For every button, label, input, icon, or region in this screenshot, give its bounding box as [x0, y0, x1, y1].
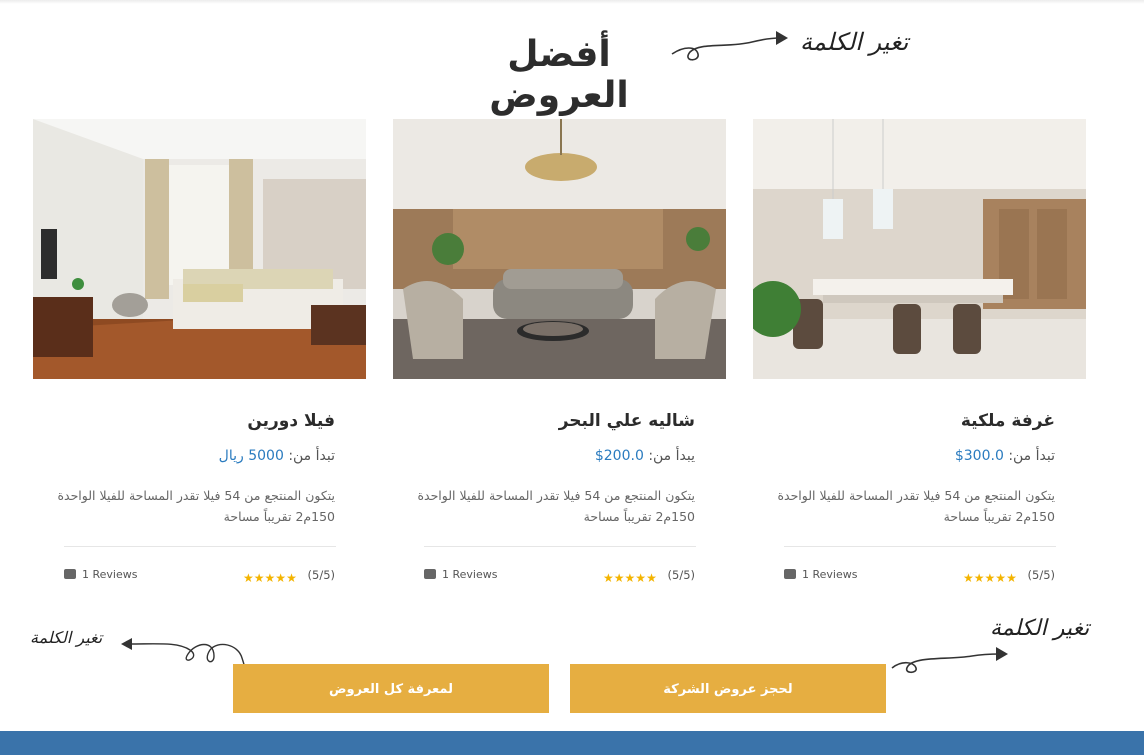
rating-score: (5/5): [307, 568, 335, 582]
star-icon: ★: [275, 571, 287, 585]
star-icon: ★: [603, 571, 614, 585]
star-icon: ★: [613, 571, 625, 585]
offer-title[interactable]: فيلا دورين: [247, 411, 335, 431]
top-shadow: [0, 0, 1144, 4]
star-icon: ★: [995, 571, 1007, 585]
star-icon: ★: [264, 571, 276, 585]
offer-description: يتكون المنتجع من 54 فيلا تقدر المساحة لل…: [417, 488, 695, 524]
offer-card[interactable]: غرفة ملكية تبدأ من: 300.0$ يتكون المنتجع…: [753, 119, 1086, 599]
handwritten-note-right: تغير الكلمة: [990, 616, 1090, 641]
star-icon: ★: [624, 571, 636, 585]
rating-stars: ★★★★★: [963, 567, 1023, 586]
chat-icon: [424, 564, 436, 579]
offer-card[interactable]: فيلا دورين تبدأ من: 5000 ريال يتكون المن…: [33, 119, 366, 599]
offer-image-bedroom[interactable]: [33, 119, 366, 379]
chat-icon: [784, 564, 796, 579]
star-icon: ★: [973, 571, 985, 585]
footer-bar: [0, 731, 1144, 755]
section-title: أفضل العروض: [489, 34, 629, 116]
offer-price: تبدأ من: 300.0$: [955, 448, 1055, 464]
reviews-link[interactable]: 1 Reviews: [784, 564, 858, 581]
arrow-icon: [891, 647, 1008, 674]
offer-description: يتكون المنتجع من 54 فيلا تقدر المساحة لل…: [57, 488, 335, 524]
offer-card[interactable]: شاليه علي البحر يبدأ من: 200.0$ يتكون ال…: [393, 119, 726, 599]
reviews-count: 1 Reviews: [442, 568, 498, 581]
handwritten-note-top: تغير الكلمة: [800, 28, 909, 56]
rating-stars: ★★★★★: [243, 567, 303, 586]
price-label: تبدأ من:: [1008, 448, 1055, 464]
price-label: يبدأ من:: [648, 448, 695, 464]
reviews-count: 1 Reviews: [82, 568, 138, 581]
price-value: 200.0$: [594, 448, 644, 464]
offer-price: يبدأ من: 200.0$: [595, 448, 695, 464]
star-icon: ★: [984, 571, 996, 585]
star-icon: ★: [646, 571, 657, 585]
star-icon: ★: [253, 571, 265, 585]
star-icon: ★: [1006, 571, 1017, 585]
offer-image-living-room[interactable]: [393, 119, 726, 379]
all-offers-button[interactable]: لمعرفة كل العروض: [233, 664, 549, 713]
star-icon: ★: [635, 571, 647, 585]
star-icon: ★: [286, 571, 297, 585]
card-divider: [64, 546, 336, 547]
card-divider: [784, 546, 1056, 547]
offer-title[interactable]: غرفة ملكية: [961, 411, 1055, 431]
rating-score: (5/5): [667, 568, 695, 582]
book-offers-button[interactable]: لحجز عروض الشركة: [570, 664, 886, 713]
price-label: تبدأ من:: [288, 448, 335, 464]
rating-score: (5/5): [1027, 568, 1055, 582]
offer-description: يتكون المنتجع من 54 فيلا تقدر المساحة لل…: [777, 488, 1055, 524]
reviews-link[interactable]: 1 Reviews: [424, 564, 498, 581]
reviews-link[interactable]: 1 Reviews: [64, 564, 138, 581]
star-icon: ★: [963, 571, 974, 585]
handwritten-note-left: تغير الكلمة: [30, 628, 103, 647]
arrow-icon: [671, 31, 788, 61]
rating-stars: ★★★★★: [603, 567, 663, 586]
offer-title[interactable]: شاليه علي البحر: [559, 411, 695, 431]
price-value: 300.0$: [954, 448, 1004, 464]
price-value: 5000 ريال: [218, 448, 284, 464]
card-divider: [424, 546, 696, 547]
chat-icon: [64, 564, 76, 579]
reviews-count: 1 Reviews: [802, 568, 858, 581]
offer-image-dining-room[interactable]: [753, 119, 1086, 379]
star-icon: ★: [243, 571, 254, 585]
offer-price: تبدأ من: 5000 ريال: [219, 448, 335, 464]
